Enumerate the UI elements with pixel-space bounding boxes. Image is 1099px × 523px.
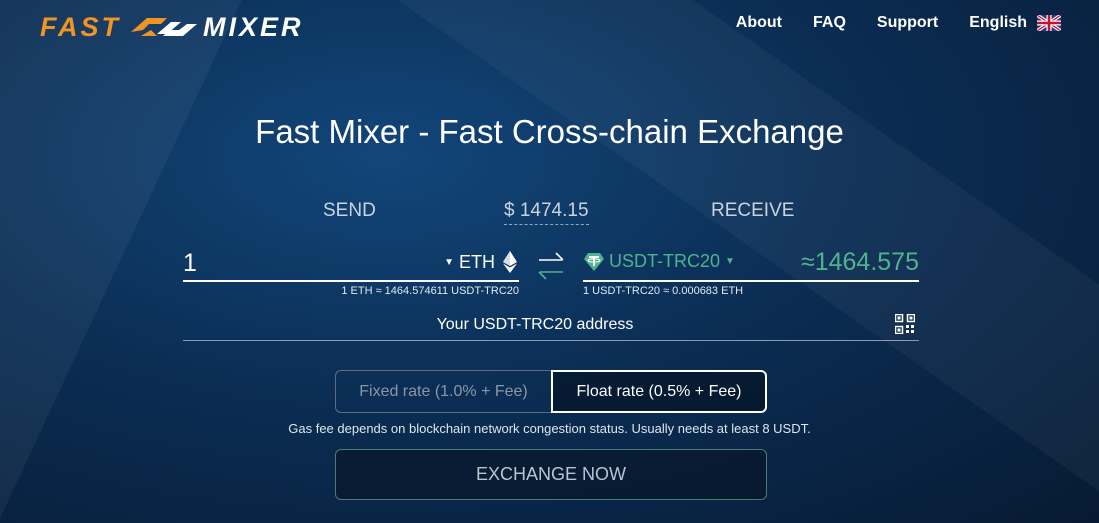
logo[interactable]: FAST MIXER [40, 12, 304, 42]
caret-down-icon: ▼ [725, 256, 735, 267]
logo-mixer-text: MIXER [203, 11, 304, 42]
float-rate-button[interactable]: Float rate (0.5% + Fee) [551, 370, 767, 413]
send-amount-value[interactable]: 1 [183, 249, 197, 278]
receive-label: RECEIVE [711, 200, 795, 221]
receive-amount-field[interactable]: USDT-TRC20 ▼ ≈1464.575 [583, 247, 919, 282]
swap-arrows-icon[interactable] [536, 248, 566, 284]
language-label: English [969, 14, 1027, 31]
fixed-rate-button[interactable]: Fixed rate (1.0% + Fee) [335, 370, 551, 413]
send-currency-label: ETH [459, 251, 495, 272]
address-field[interactable] [183, 310, 919, 341]
exchange-now-button[interactable]: EXCHANGE NOW [335, 449, 767, 500]
receive-rate-text: 1 USDT-TRC20 ≈ 0.000683 ETH [583, 285, 744, 297]
logo-exchange-icon [131, 18, 198, 36]
receive-currency-label: USDT-TRC20 [609, 251, 721, 271]
header: FAST MIXER About FAQ Support English [0, 0, 1099, 56]
address-input[interactable] [183, 310, 887, 340]
uk-flag-icon [1037, 15, 1061, 31]
send-rate-text: 1 ETH ≈ 1464.574611 USDT-TRC20 [341, 285, 519, 297]
nav-faq-link[interactable]: FAQ [813, 14, 846, 32]
language-selector[interactable]: English [969, 14, 1061, 32]
send-label: SEND [323, 200, 376, 221]
page-title: Fast Mixer - Fast Cross-chain Exchange [255, 113, 844, 150]
usd-value: $ 1474.15 [504, 200, 589, 225]
rate-type-toggle: Fixed rate (1.0% + Fee) Float rate (0.5%… [335, 370, 767, 415]
send-amount-field[interactable]: 1 ▼ ETH [183, 247, 519, 282]
nav-about-link[interactable]: About [736, 14, 782, 32]
send-currency-selector[interactable]: ▼ ETH [444, 251, 517, 273]
qr-code-icon[interactable] [895, 314, 915, 334]
ethereum-icon [503, 251, 517, 273]
logo-fast-text: FAST [40, 11, 122, 42]
receive-amount-value: ≈1464.575 [801, 248, 919, 276]
receive-currency-selector[interactable]: USDT-TRC20 ▼ [583, 251, 735, 272]
caret-down-icon: ▼ [444, 256, 454, 268]
top-nav: About FAQ Support English [705, 14, 1061, 32]
nav-support-link[interactable]: Support [877, 14, 938, 32]
gas-fee-note: Gas fee depends on blockchain network co… [288, 421, 811, 436]
tether-icon [584, 252, 604, 271]
